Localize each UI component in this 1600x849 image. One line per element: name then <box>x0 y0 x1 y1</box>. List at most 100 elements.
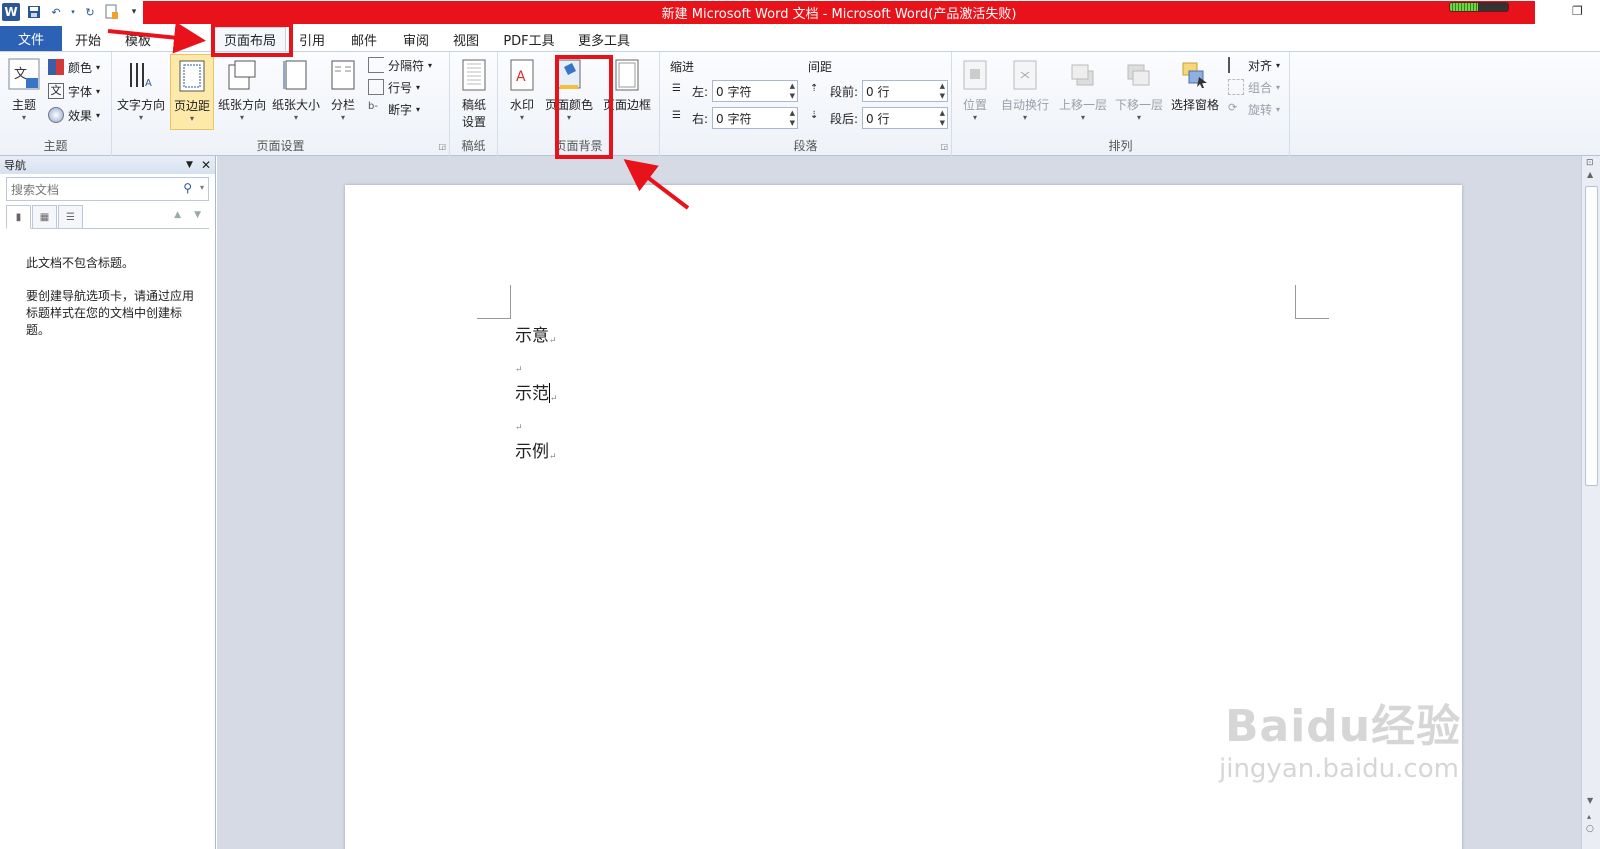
watermark-button[interactable]: A 水印 ▾ <box>502 58 542 122</box>
headings-tab-icon[interactable]: ▮ <box>6 205 31 229</box>
margins-button[interactable]: 页边距 ▾ <box>170 54 214 130</box>
nav-search-input[interactable]: 搜索文档 <box>11 181 59 198</box>
line-numbers-icon <box>368 79 384 95</box>
bring-forward-button[interactable]: 上移一层 ▾ <box>1056 58 1110 122</box>
nav-menu-icon[interactable]: ▼ <box>186 160 193 170</box>
spin-arrows-icon[interactable]: ▲ ▼ <box>940 108 945 128</box>
orientation-button[interactable]: 纸张方向 ▾ <box>216 58 268 122</box>
browse-object-icon[interactable]: ○ <box>1586 824 1594 834</box>
fonts-button[interactable]: 文 字体 ▾ <box>48 80 100 102</box>
space-before-input[interactable]: 0 行 ▲ ▼ <box>862 80 948 102</box>
colors-button[interactable]: 颜色 ▾ <box>48 56 100 78</box>
chevron-down-icon: ▾ <box>1136 113 1141 122</box>
svg-text:A: A <box>145 78 152 89</box>
selection-pane-label: 选择窗格 <box>1170 98 1219 112</box>
chevron-down-icon: ▾ <box>138 113 143 122</box>
close-icon[interactable]: ✕ <box>201 158 211 172</box>
search-icon[interactable]: ⚲ <box>183 181 192 195</box>
manuscript-settings-button[interactable]: 稿纸 设置 <box>454 58 494 130</box>
new-doc-icon[interactable] <box>104 4 120 20</box>
tab-references[interactable]: 引用 <box>292 27 332 51</box>
colors-label: 颜色 <box>68 60 93 75</box>
hyphenation-label: 断字 <box>388 102 413 117</box>
previous-icon[interactable]: ▲ <box>174 210 181 220</box>
scroll-down-icon[interactable]: ▼ <box>1587 796 1593 805</box>
ruler-toggle-icon[interactable]: ⊡ <box>1586 158 1594 168</box>
memory-indicator <box>1449 2 1509 12</box>
breaks-icon <box>368 57 384 73</box>
scroll-thumb[interactable] <box>1585 186 1598 486</box>
nav-search-box[interactable]: 搜索文档 ⚲ ▾ <box>6 177 209 201</box>
wrap-text-button[interactable]: 自动换行 ▾ <box>998 58 1052 122</box>
page-size-button[interactable]: 纸张大小 ▾ <box>270 58 322 122</box>
vertical-scrollbar[interactable]: ⊡ ▲ ▼ ▴ ○ <box>1581 156 1600 849</box>
paragraph-2[interactable]: ↵ <box>515 355 523 375</box>
columns-button[interactable]: 分栏 ▾ <box>324 58 362 122</box>
pages-tab-icon[interactable]: ▦ <box>32 205 57 229</box>
send-backward-button[interactable]: 下移一层 ▾ <box>1112 58 1166 122</box>
tab-home[interactable]: 开始 <box>66 27 110 51</box>
effects-button[interactable]: 效果 ▾ <box>48 104 100 126</box>
tab-view[interactable]: 视图 <box>446 27 486 51</box>
spacing-title: 间距 <box>808 60 833 74</box>
watermark-url: jingyan.baidu.com <box>1219 754 1459 784</box>
results-tab-icon[interactable]: ☰ <box>58 205 83 229</box>
tab-review[interactable]: 审阅 <box>396 27 436 51</box>
restore-window-icon[interactable]: ❐ <box>1572 4 1586 18</box>
group-theme-label: 主题 <box>43 139 68 153</box>
group-objects-icon <box>1228 79 1244 95</box>
undo-icon[interactable]: ↶ <box>48 4 64 20</box>
colors-icon <box>48 59 64 75</box>
redo-icon[interactable]: ↻ <box>82 4 98 20</box>
previous-page-icon[interactable]: ▴ <box>1587 812 1591 821</box>
paragraph-1[interactable]: 示意↵ <box>515 321 557 346</box>
tab-file[interactable]: 文件 <box>0 26 62 51</box>
indent-right-label: 右: <box>692 111 709 126</box>
nav-help-text: 要创建导航选项卡，请通过应用标题样式在您的文档中创建标题。 <box>26 289 195 337</box>
line-numbers-button[interactable]: 行号 ▾ <box>368 76 420 98</box>
effects-icon <box>48 107 64 123</box>
space-after-label: 段后: <box>830 111 859 126</box>
position-button[interactable]: 位置 ▾ <box>958 58 992 122</box>
search-dropdown-icon[interactable]: ▾ <box>200 183 204 192</box>
text-direction-button[interactable]: A 文字方向 ▾ <box>114 58 168 122</box>
spin-arrows-icon[interactable]: ▲ ▼ <box>790 81 795 101</box>
next-icon[interactable]: ▼ <box>194 210 201 220</box>
nav-tabs: ▮ ▦ ☰ ▲ ▼ <box>6 205 209 229</box>
indent-left-input[interactable]: 0 字符 ▲ ▼ <box>712 80 798 102</box>
orientation-label: 纸张方向 <box>217 98 266 112</box>
tab-more-tools[interactable]: 更多工具 <box>574 27 634 51</box>
undo-dropdown-icon[interactable]: ▾ <box>70 4 76 20</box>
selection-pane-button[interactable]: 选择窗格 <box>1168 58 1222 113</box>
rotate-button[interactable]: ⟳ 旋转 ▾ <box>1228 98 1280 120</box>
dialog-launcher-icon[interactable]: ◲ <box>438 142 446 151</box>
customize-qat-icon[interactable]: ▾ <box>126 4 142 20</box>
align-button[interactable]: 对齐 ▾ <box>1228 54 1280 76</box>
paragraph-4[interactable]: ↵ <box>515 413 523 433</box>
spin-arrows-icon[interactable]: ▲ ▼ <box>790 108 795 128</box>
navigation-pane: 导航 ▼ ✕ 搜索文档 ⚲ ▾ ▮ ▦ ☰ ▲ ▼ 此文档不包含标题。 要创建导… <box>0 156 216 849</box>
dialog-launcher-icon[interactable]: ◲ <box>940 142 948 151</box>
tab-mailings[interactable]: 邮件 <box>344 27 384 51</box>
group-objects-button[interactable]: 组合 ▾ <box>1228 76 1280 98</box>
columns-label: 分栏 <box>330 98 355 112</box>
tab-template[interactable]: 模板 <box>116 27 160 51</box>
space-before-label: 段前: <box>830 84 859 99</box>
indent-right-input[interactable]: 0 字符 ▲ ▼ <box>712 107 798 129</box>
word-logo-icon[interactable]: W <box>2 3 20 21</box>
hyphenation-button[interactable]: b- 断字 ▾ <box>368 98 420 120</box>
spin-arrows-icon[interactable]: ▲ ▼ <box>940 81 945 101</box>
space-after-input[interactable]: 0 行 ▲ ▼ <box>862 107 948 129</box>
breaks-button[interactable]: 分隔符 ▾ <box>368 54 432 76</box>
page-size-label: 纸张大小 <box>271 98 320 112</box>
save-icon[interactable] <box>26 4 42 20</box>
theme-button[interactable]: 文 主题 ▾ <box>4 58 44 122</box>
paragraph-3[interactable]: 示范↵ <box>515 379 558 404</box>
tab-pdf-tools[interactable]: PDF工具 <box>498 27 560 51</box>
group-arrange-label: 排列 <box>1108 139 1133 153</box>
paragraph-5[interactable]: 示例↵ <box>515 437 557 462</box>
send-backward-icon <box>1123 58 1155 92</box>
chevron-down-icon: ▾ <box>21 113 26 122</box>
group-paragraph: 缩进 间距 ☰ 左: 0 字符 ▲ ▼ ☰ 右: 0 字符 ▲ ▼ ⇡ 段前: 0 … <box>660 52 952 156</box>
scroll-up-icon[interactable]: ▲ <box>1587 170 1593 179</box>
